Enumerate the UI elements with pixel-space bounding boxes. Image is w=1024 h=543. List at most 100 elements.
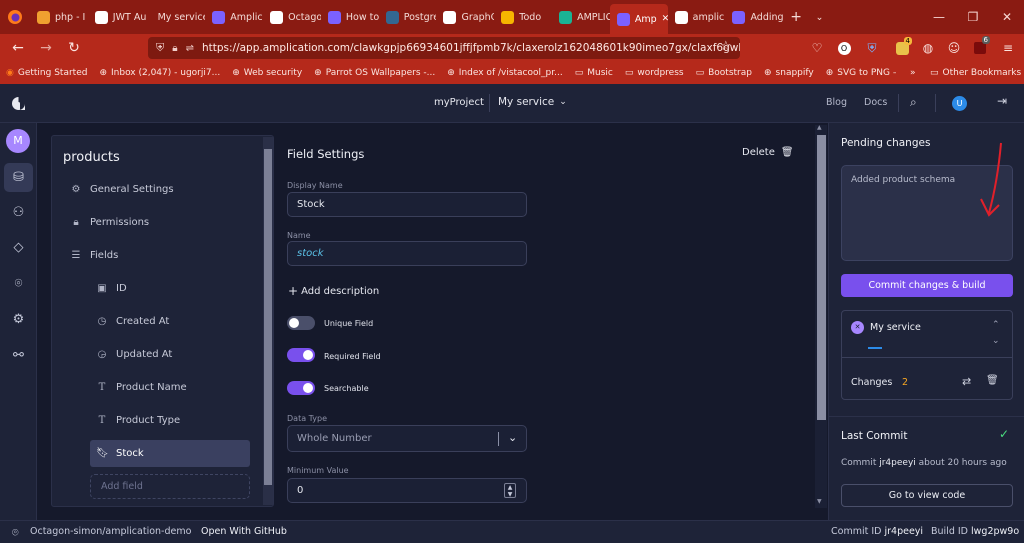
field-settings-scrollbar-thumb[interactable] (817, 135, 826, 420)
commit-changes-build-button[interactable]: Commit changes & build (841, 274, 1013, 297)
github-icon[interactable]: ⌾ (9, 274, 28, 293)
field-item-id[interactable]: ▣ ID (96, 283, 126, 294)
avatar[interactable]: U (952, 96, 967, 111)
display-name-input[interactable]: Stock (287, 192, 527, 217)
chevron-up-icon[interactable]: ⌃ (992, 320, 1000, 330)
data-type-label: Data Type (287, 414, 328, 423)
back-icon[interactable]: ← (4, 34, 32, 62)
connections-icon[interactable]: ⚯ (9, 346, 28, 365)
new-tab-icon[interactable]: + (783, 0, 808, 34)
field-item-product-name[interactable]: T Product Name (96, 382, 187, 393)
add-description-button[interactable]: + Add description (288, 284, 379, 298)
bookmark-item[interactable]: ⊕ Inbox (2,047) - ugorji7... (99, 68, 220, 78)
name-input[interactable]: stock (287, 241, 527, 266)
browser-tab[interactable]: How to (321, 0, 379, 34)
go-to-view-code-button[interactable]: Go to view code (841, 484, 1013, 507)
compare-icon[interactable]: ⇄ (962, 375, 971, 388)
workspace-avatar[interactable]: M (6, 129, 30, 153)
bookmark-item[interactable]: ◉ Getting Started (6, 68, 87, 78)
searchable-toggle[interactable] (287, 381, 315, 395)
delete-button[interactable]: Delete 🗑︎ (742, 147, 794, 158)
add-field-input[interactable]: Add field (90, 474, 250, 499)
logout-icon[interactable]: ⇥ (997, 94, 1007, 108)
browser-tab[interactable]: JWT Au (88, 0, 146, 34)
entity-scrollbar-thumb[interactable] (264, 149, 272, 485)
reload-icon[interactable]: ↻ (60, 34, 88, 62)
browser-tab[interactable]: php - I (30, 0, 88, 34)
trash-icon: 🗑︎ (780, 147, 794, 158)
menu-icon[interactable]: ≡ (998, 38, 1018, 58)
settings-gear-icon[interactable]: ⚙ (9, 310, 28, 329)
browser-tab[interactable]: Todo (494, 0, 552, 34)
minimize-icon[interactable]: — (922, 0, 956, 34)
extension-ublock-icon[interactable]: 6 (970, 36, 990, 58)
number-stepper-icon[interactable]: ▲ ▼ (504, 483, 516, 498)
firefox-logo-icon[interactable] (0, 0, 30, 34)
chevron-down-icon[interactable]: ⌄ (992, 336, 1000, 346)
close-window-icon[interactable]: ✕ (990, 0, 1024, 34)
discard-trash-icon[interactable]: 🗑︎ (986, 375, 999, 386)
data-type-select[interactable]: Whole Number ⌄ (287, 425, 527, 452)
browser-tab[interactable]: Adding (725, 0, 783, 34)
search-icon[interactable]: ⌕ (910, 95, 917, 110)
amplication-logo-icon[interactable] (11, 96, 26, 114)
nav-fields[interactable]: ☰ Fields (70, 250, 119, 261)
required-field-toggle[interactable] (287, 348, 315, 362)
pending-changes-panel: Pending changes Added product schema Com… (828, 123, 1024, 520)
bookmark-item[interactable]: ⊕ snappify (764, 68, 814, 78)
bookmark-item[interactable]: ▭ Music (575, 68, 613, 78)
extension-face-icon[interactable]: ☺ (944, 38, 964, 58)
unique-field-toggle[interactable] (287, 316, 315, 330)
minimum-value-input[interactable]: 0 ▲ ▼ (287, 478, 527, 503)
browser-tab[interactable]: My service (146, 0, 206, 34)
bookmark-item[interactable]: ⊕ Web security (232, 68, 302, 78)
browser-tab[interactable]: Octago (263, 0, 321, 34)
extension-badge-icon[interactable]: 4 (892, 37, 912, 58)
blog-link[interactable]: Blog (826, 97, 847, 108)
shield-icon[interactable]: ⛨ (156, 41, 164, 55)
open-with-github-link[interactable]: Open With GitHub (201, 526, 287, 537)
select-divider (498, 432, 499, 446)
bookmark-star-icon[interactable]: ☆ (720, 39, 732, 54)
field-item-stock[interactable]: 🔖︎ Stock (96, 448, 144, 459)
scroll-down-icon[interactable]: ▼ (817, 498, 822, 505)
other-bookmarks[interactable]: ▭ Other Bookmarks (930, 68, 1021, 78)
changes-count: 2 (902, 377, 909, 388)
last-commit-id[interactable]: jr4peeyi (879, 458, 916, 468)
browser-tab[interactable]: AMPLIC (552, 0, 610, 34)
nav-general-settings[interactable]: ⚙ General Settings (70, 184, 174, 195)
plugins-icon[interactable]: ◇ (9, 238, 28, 257)
bookmark-item[interactable]: ⊕ Parrot OS Wallpapers -... (314, 68, 435, 78)
field-item-created-at[interactable]: ◷ Created At (96, 316, 170, 327)
permissions-icon[interactable]: ⇌ (186, 43, 194, 54)
scroll-up-icon[interactable]: ▲ (817, 124, 822, 131)
list-tabs-icon[interactable]: ⌄ (808, 0, 830, 34)
forward-icon[interactable]: → (32, 34, 60, 62)
bookmark-item[interactable]: ⊕SVG to PNG – Convert ... (826, 68, 896, 78)
browser-tab[interactable]: Amplic (205, 0, 263, 34)
field-item-updated-at[interactable]: ◶ Updated At (96, 349, 173, 360)
browser-tab[interactable]: amplic (668, 0, 726, 34)
bookmark-item[interactable]: ▭ wordpress (625, 68, 684, 78)
url-bar[interactable]: ⛨ 🔒︎ ⇌ https://app.amplication.com/clawk… (148, 37, 740, 59)
text-type-icon: T (98, 382, 106, 393)
browser-tab[interactable]: Amp ✕ (609, 4, 668, 34)
browser-tab[interactable]: GraphQ (436, 0, 494, 34)
bookmark-item[interactable]: ▭ Bootstrap (696, 68, 752, 78)
roles-icon[interactable]: ⚇ (9, 203, 28, 222)
unique-field-label: Unique Field (324, 319, 374, 328)
nav-permissions[interactable]: 🔒︎ Permissions (70, 217, 149, 228)
more-bookmarks-icon[interactable]: » (910, 68, 916, 78)
docs-link[interactable]: Docs (864, 97, 887, 108)
pocket-icon[interactable]: ♡ (807, 38, 827, 58)
restore-icon[interactable]: ❐ (956, 0, 990, 34)
extension-circle-icon[interactable]: ◍ (918, 38, 938, 58)
browser-tab[interactable]: Postgre (379, 0, 436, 34)
extension-shield-icon[interactable]: ⛨ (862, 38, 882, 58)
service-selector[interactable]: My service ⌄ (498, 96, 567, 108)
field-item-product-type[interactable]: T Product Type (96, 415, 180, 426)
bookmark-item[interactable]: ⊕ Index of /vistacool_pr... (447, 68, 562, 78)
url-text[interactable]: https://app.amplication.com/clawkgpjp669… (202, 42, 740, 54)
project-name[interactable]: myProject (434, 97, 484, 108)
extension-o-icon[interactable]: O (834, 38, 854, 58)
